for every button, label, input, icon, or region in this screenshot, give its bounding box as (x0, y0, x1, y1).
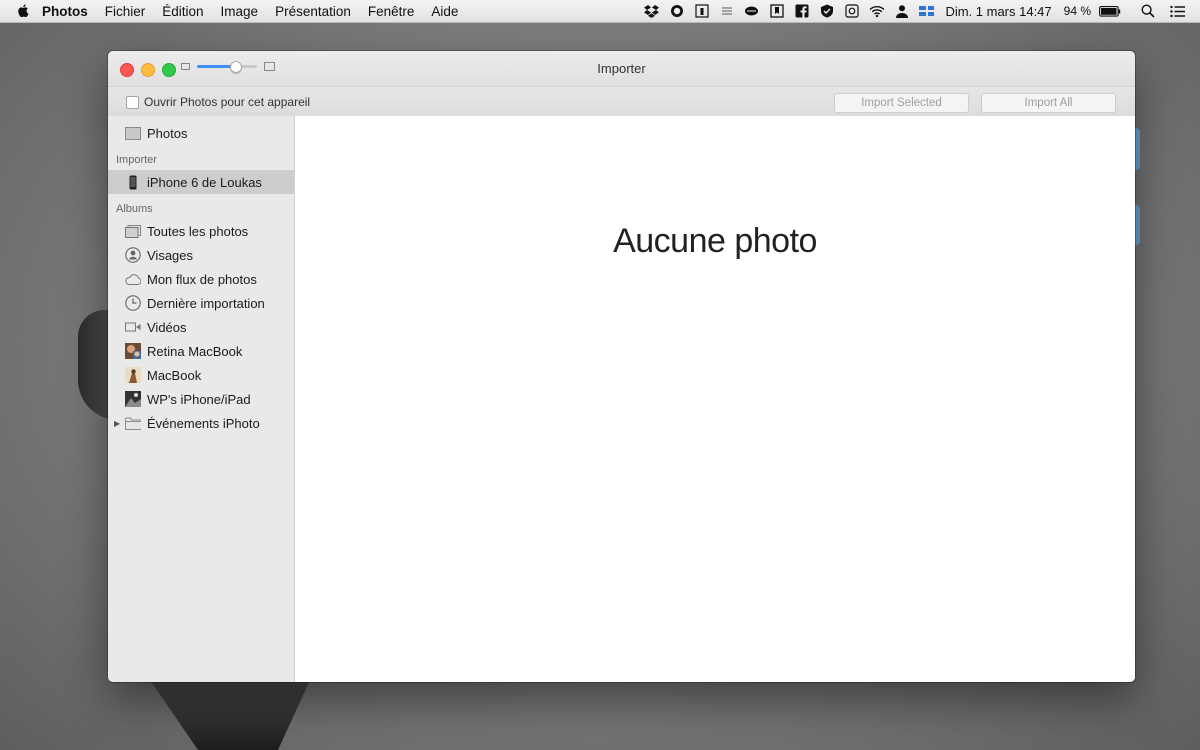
sidebar-item-faces[interactable]: Visages (108, 243, 294, 267)
sidebar-item-videos[interactable]: Vidéos (108, 315, 294, 339)
sidebar-item-photo-stream[interactable]: Mon flux de photos (108, 267, 294, 291)
sidebar-item-photos[interactable]: Photos (108, 121, 294, 145)
all-photos-icon (125, 223, 141, 239)
import-toolbar: Ouvrir Photos pour cet appareil Import S… (108, 87, 1135, 117)
menu-app-photos[interactable]: Photos (42, 4, 88, 19)
menu-image[interactable]: Image (221, 4, 259, 19)
sidebar-item-label: Événements iPhoto (147, 415, 260, 431)
sidebar-item-label: Retina MacBook (147, 343, 243, 359)
sidebar-item-label: Toutes les photos (147, 223, 249, 239)
status-area: Dim. 1 mars 14:47 94 % (639, 0, 1190, 22)
video-camera-icon (125, 319, 141, 335)
sidebar-item-label: Visages (147, 247, 194, 263)
sidebar-section-albums: Albums (116, 203, 153, 215)
window-title: Importer (597, 61, 646, 76)
menu-presentation[interactable]: Présentation (275, 4, 351, 19)
sidebar-item-label: Mon flux de photos (147, 271, 257, 287)
album-thumbnail-icon (125, 343, 141, 359)
record-icon[interactable] (669, 4, 684, 19)
battery-icon[interactable] (1099, 4, 1121, 19)
spotlight-search-icon[interactable] (1140, 4, 1155, 19)
sidebar-item-label: Dernière importation (147, 295, 265, 311)
menu-aide[interactable]: Aide (431, 4, 458, 19)
sidebar-item-label: MacBook (147, 367, 202, 383)
sidebar-item-label: iPhone 6 de Loukas (147, 174, 262, 190)
sidebar: Photos Importer iPhone 6 de Loukas Album… (108, 116, 295, 682)
flux-icon[interactable] (719, 4, 734, 19)
shield-check-icon[interactable] (819, 4, 834, 19)
import-content-area: Aucune photo (295, 116, 1135, 682)
import-selected-button[interactable]: Import Selected (834, 93, 969, 113)
album-thumbnail-icon (125, 391, 141, 407)
notification-center-icon[interactable] (1170, 4, 1185, 19)
sidebar-item-retina-macbook[interactable]: Retina MacBook (108, 339, 294, 363)
sidebar-item-wp-iphone[interactable]: WP's iPhone/iPad (108, 387, 294, 411)
sidebar-item-macbook[interactable]: MacBook (108, 363, 294, 387)
sidebar-item-last-import[interactable]: Dernière importation (108, 291, 294, 315)
menu-fichier[interactable]: Fichier (105, 4, 146, 19)
calendar-icon[interactable] (694, 4, 709, 19)
album-thumbnail-icon (125, 367, 141, 383)
apple-menu-icon[interactable] (16, 3, 32, 19)
desktop-wallpaper-figure-bottom (150, 680, 310, 750)
import-window: Importer Ouvrir Photos pour cet appareil… (108, 51, 1135, 682)
screenshot-icon[interactable] (844, 4, 859, 19)
sidebar-item-label: Vidéos (147, 319, 187, 335)
menu-fenetre[interactable]: Fenêtre (368, 4, 415, 19)
sidebar-item-iphoto-events[interactable]: ▶ Événements iPhoto (108, 411, 294, 435)
bookmark-icon[interactable] (769, 4, 784, 19)
sidebar-item-all-photos[interactable]: Toutes les photos (108, 219, 294, 243)
open-photos-label: Ouvrir Photos pour cet appareil (144, 95, 311, 109)
dropbox-icon[interactable] (644, 4, 660, 19)
battery-percent[interactable]: 94 % (1064, 4, 1091, 18)
import-all-button[interactable]: Import All (981, 93, 1116, 113)
wifi-icon[interactable] (869, 4, 885, 19)
empty-state-message: Aucune photo (613, 222, 817, 260)
input-source-icon[interactable] (919, 4, 935, 19)
open-photos-checkbox[interactable] (126, 95, 139, 109)
sidebar-item-label: WP's iPhone/iPad (147, 391, 251, 407)
menu-bar: Photos Fichier Édition Image Présentatio… (0, 0, 1200, 23)
iphone-icon (125, 174, 141, 190)
sidebar-section-import: Importer (116, 154, 157, 166)
title-bar[interactable]: Importer (108, 51, 1135, 87)
sidebar-item-device[interactable]: iPhone 6 de Loukas (108, 170, 294, 194)
coffee-icon[interactable] (744, 4, 759, 19)
faces-icon (125, 247, 141, 263)
folder-icon (125, 415, 141, 431)
disclosure-triangle-icon[interactable]: ▶ (114, 419, 120, 428)
facebook-icon[interactable] (794, 4, 809, 19)
clock[interactable]: Dim. 1 mars 14:47 (945, 4, 1051, 19)
menu-edition[interactable]: Édition (162, 4, 203, 19)
sidebar-item-label: Photos (147, 125, 188, 141)
clock-icon (125, 295, 141, 311)
user-icon[interactable] (894, 4, 909, 19)
cloud-icon (125, 271, 141, 287)
open-photos-option[interactable]: Ouvrir Photos pour cet appareil (126, 95, 310, 109)
photos-library-icon (125, 125, 141, 141)
